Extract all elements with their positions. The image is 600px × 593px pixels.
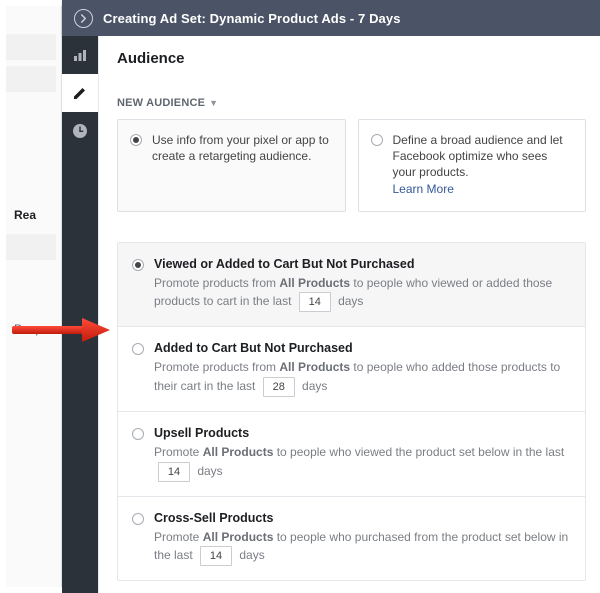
nav-item-history[interactable] <box>62 112 98 150</box>
placeholder-block <box>6 34 56 60</box>
placeholder-block <box>6 234 56 260</box>
option-upsell[interactable]: Upsell Products Promote All Products to … <box>118 412 585 497</box>
option-cross-sell[interactable]: Cross-Sell Products Promote All Products… <box>118 497 585 581</box>
days-input[interactable]: 14 <box>299 292 331 312</box>
truncated-label-reach: Rea <box>6 208 36 222</box>
option-title: Cross-Sell Products <box>154 511 571 525</box>
option-title: Viewed or Added to Cart But Not Purchase… <box>154 257 571 271</box>
radio-added-to-cart[interactable] <box>132 343 144 355</box>
radio-retargeting[interactable] <box>130 134 142 146</box>
page-title: Creating Ad Set: Dynamic Product Ads - 7… <box>103 11 401 26</box>
audience-type-broad-desc: Define a broad audience and let Facebook… <box>393 133 563 179</box>
option-viewed-or-added[interactable]: Viewed or Added to Cart But Not Purchase… <box>118 243 585 328</box>
audience-type-row: Use info from your pixel or app to creat… <box>117 119 586 212</box>
option-added-to-cart[interactable]: Added to Cart But Not Purchased Promote … <box>118 327 585 412</box>
radio-upsell[interactable] <box>132 428 144 440</box>
audience-type-broad-text: Define a broad audience and let Facebook… <box>393 132 574 197</box>
option-title: Added to Cart But Not Purchased <box>154 341 571 355</box>
radio-viewed-or-added[interactable] <box>132 259 144 271</box>
days-input[interactable]: 14 <box>200 546 232 566</box>
audience-type-broad[interactable]: Define a broad audience and let Facebook… <box>358 119 587 212</box>
placeholder-block <box>6 66 56 92</box>
audience-type-retargeting-text: Use info from your pixel or app to creat… <box>152 132 333 164</box>
option-title: Upsell Products <box>154 426 571 440</box>
sidebar-nav <box>62 36 98 593</box>
main-panel: Audience NEW AUDIENCE ▼ Use info from yo… <box>98 36 600 593</box>
option-description: Promote products from All Products to pe… <box>154 274 571 313</box>
nav-item-chart[interactable] <box>62 36 98 74</box>
header-bar: Creating Ad Set: Dynamic Product Ads - 7… <box>62 0 600 36</box>
days-input[interactable]: 28 <box>263 377 295 397</box>
caret-down-icon: ▼ <box>209 98 218 108</box>
audience-type-retargeting[interactable]: Use info from your pixel or app to creat… <box>117 119 346 212</box>
background-left-panel: Rea Peop <box>6 6 62 587</box>
expand-icon[interactable] <box>74 9 93 28</box>
audience-options-list: Viewed or Added to Cart But Not Purchase… <box>117 242 586 581</box>
section-heading: Audience <box>117 50 586 67</box>
nav-item-edit[interactable] <box>62 74 98 112</box>
radio-cross-sell[interactable] <box>132 513 144 525</box>
days-input[interactable]: 14 <box>158 462 190 482</box>
option-description: Promote All Products to people who purch… <box>154 528 571 567</box>
truncated-label-people: Peop <box>6 322 42 336</box>
learn-more-link[interactable]: Learn More <box>393 182 454 196</box>
radio-broad[interactable] <box>371 134 383 146</box>
option-description: Promote All Products to people who viewe… <box>154 443 571 482</box>
new-audience-label: NEW AUDIENCE <box>117 97 205 109</box>
new-audience-dropdown[interactable]: NEW AUDIENCE ▼ <box>117 97 586 109</box>
option-description: Promote products from All Products to pe… <box>154 358 571 397</box>
